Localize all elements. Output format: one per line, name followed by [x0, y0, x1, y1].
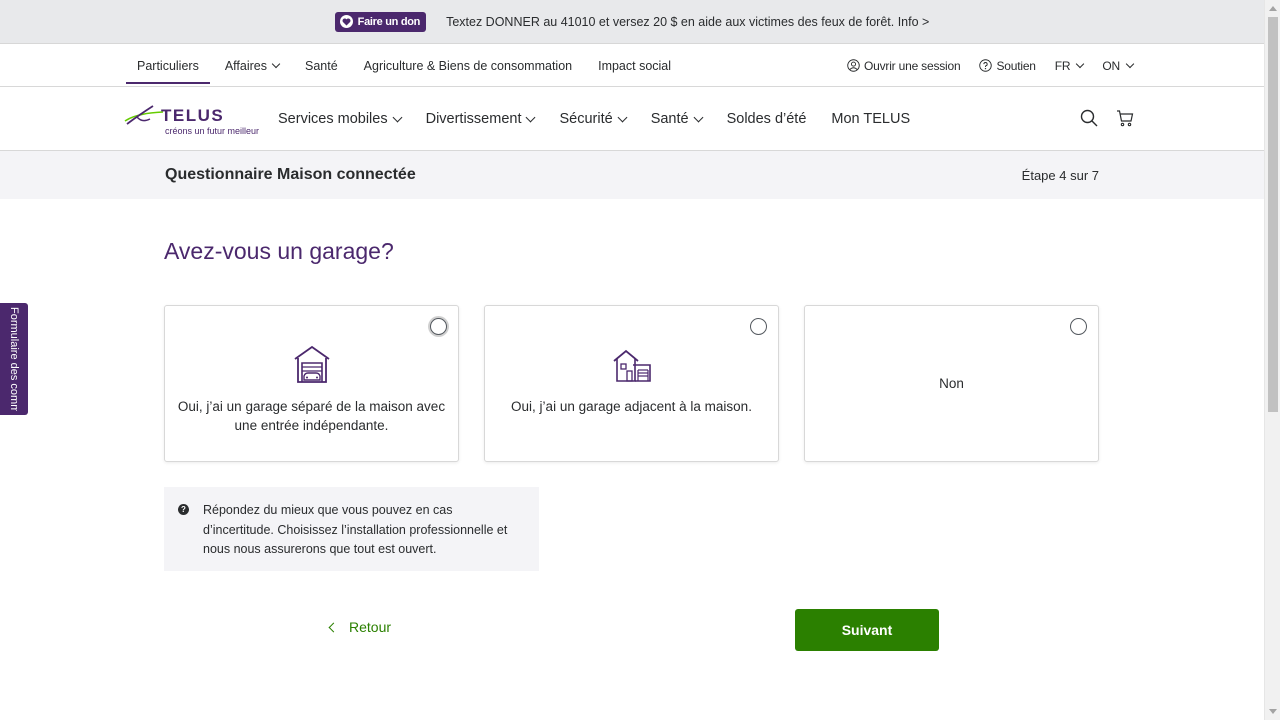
search-icon[interactable] — [1080, 109, 1098, 127]
question-heading: Avez-vous un garage? — [164, 238, 394, 264]
option-label: Oui, j’ai un garage séparé de la maison … — [177, 399, 446, 433]
support-link[interactable]: Soutien — [979, 58, 1036, 73]
logo-tagline: créons un futur meilleur — [165, 126, 260, 136]
option-card-detached-garage[interactable]: Oui, j’ai un garage séparé de la maison … — [164, 305, 459, 462]
scrollbar-thumb[interactable] — [1268, 17, 1278, 412]
help-circle-icon — [979, 59, 993, 72]
feedback-tab-label: Formulaire des comment — [8, 307, 20, 411]
scroll-down-arrow-icon[interactable] — [1269, 709, 1277, 714]
info-text: Répondez du mieux que vous pouvez en cas… — [203, 503, 508, 556]
nav-mon-telus[interactable]: Mon TELUS — [831, 111, 910, 127]
util-nav-particuliers[interactable]: Particuliers — [124, 44, 212, 87]
option-label: Oui, j’ai un garage adjacent à la maison… — [511, 399, 752, 414]
question-mark-icon: ? — [178, 504, 189, 515]
chevron-down-icon — [617, 112, 628, 122]
nav-label: Services mobiles — [278, 111, 388, 127]
back-label: Retour — [349, 619, 392, 635]
announcement-banner: Faire un don Textez DONNER au 41010 et v… — [0, 0, 1264, 44]
signin-link[interactable]: Ouvrir une session — [847, 58, 961, 73]
donate-label: Faire un don — [357, 15, 421, 28]
radio-button[interactable] — [750, 318, 767, 335]
nav-services-mobiles[interactable]: Services mobiles — [278, 111, 403, 127]
chevron-down-icon — [392, 112, 403, 122]
nav-label: Divertissement — [425, 111, 522, 127]
attached-garage-icon — [612, 349, 651, 382]
util-nav-impact-social[interactable]: Impact social — [585, 44, 684, 87]
chevron-down-icon — [1125, 59, 1135, 68]
option-card-attached-garage[interactable]: Oui, j’ai un garage adjacent à la maison… — [484, 305, 779, 462]
nav-divertissement[interactable]: Divertissement — [425, 111, 536, 127]
nav-label: Soldes d’été — [726, 111, 807, 127]
province-select[interactable]: ON — [1102, 58, 1135, 73]
nav-label: Mon TELUS — [831, 111, 911, 127]
page-scrollbar[interactable] — [1264, 0, 1280, 720]
back-button[interactable]: Retour — [328, 619, 392, 635]
util-nav-label: Agriculture & Biens de consommation — [363, 58, 573, 73]
detached-garage-icon — [293, 345, 330, 383]
heart-icon — [339, 15, 353, 28]
donate-button[interactable]: Faire un don — [334, 11, 427, 32]
logo-wordmark: TELUS — [161, 106, 225, 125]
util-nav-sante[interactable]: Santé — [292, 44, 351, 87]
step-indicator: Étape 4 sur 7 — [1021, 168, 1099, 183]
province-label: ON — [1102, 58, 1120, 73]
language-select[interactable]: FR — [1054, 58, 1085, 73]
chevron-down-icon — [1076, 59, 1085, 68]
util-nav-label: Impact social — [598, 58, 672, 73]
utility-nav: Particuliers Affaires Santé Agriculture … — [0, 44, 1264, 87]
util-nav-label: Santé — [304, 58, 338, 73]
user-icon — [847, 59, 860, 72]
option-card-no-garage[interactable]: Non — [804, 305, 1099, 462]
feedback-tab[interactable]: Formulaire des comment — [0, 303, 28, 415]
banner-message-link[interactable]: Textez DONNER au 41010 et versez 20 $ en… — [446, 15, 929, 29]
nav-label: Sécurité — [559, 111, 613, 127]
util-nav-affaires[interactable]: Affaires — [212, 44, 292, 87]
nav-securite[interactable]: Sécurité — [559, 111, 628, 127]
chevron-down-icon — [693, 112, 704, 122]
next-label: Suivant — [841, 622, 893, 638]
chevron-down-icon — [526, 112, 536, 122]
questionnaire-title: Questionnaire Maison connectée — [165, 166, 416, 183]
nav-soldes-ete[interactable]: Soldes d’été — [727, 111, 807, 127]
chevron-down-icon — [271, 59, 281, 68]
util-nav-label: Particuliers — [137, 58, 199, 73]
next-button[interactable]: Suivant — [795, 609, 939, 651]
telus-logo-mark-icon — [124, 105, 164, 125]
scroll-up-arrow-icon[interactable] — [1269, 6, 1277, 11]
main-nav: TELUS créons un futur meilleur Services … — [0, 87, 1264, 151]
info-box: ? Répondez du mieux que vous pouvez en c… — [164, 487, 539, 571]
option-label: Non — [939, 376, 964, 391]
nav-sante[interactable]: Santé — [650, 111, 704, 127]
language-label: FR — [1054, 58, 1071, 73]
util-nav-agriculture[interactable]: Agriculture & Biens de consommation — [351, 44, 585, 87]
cart-icon[interactable] — [1116, 109, 1134, 127]
util-nav-label: Affaires — [224, 58, 267, 73]
questionnaire-header: Questionnaire Maison connectée Étape 4 s… — [0, 151, 1264, 199]
nav-label: Santé — [650, 111, 689, 127]
chevron-left-icon — [328, 622, 339, 632]
support-label: Soutien — [996, 58, 1036, 73]
telus-logo[interactable]: TELUS créons un futur meilleur — [123, 105, 260, 137]
radio-button[interactable] — [430, 318, 447, 335]
signin-label: Ouvrir une session — [864, 58, 961, 73]
